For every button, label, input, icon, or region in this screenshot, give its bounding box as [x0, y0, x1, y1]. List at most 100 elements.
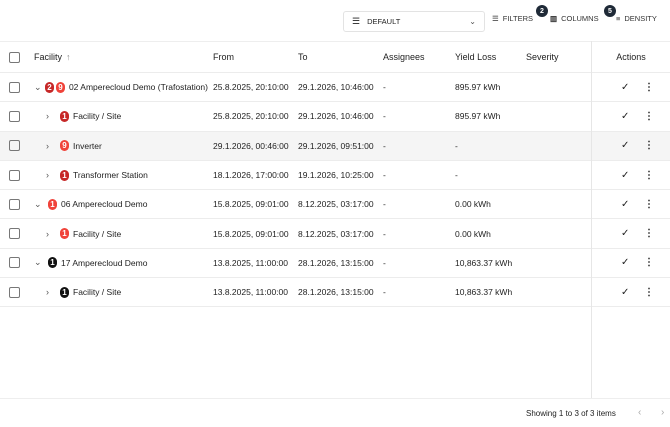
alert-count-badge: 2 — [44, 81, 54, 93]
row-checkbox[interactable] — [9, 140, 20, 152]
to-cell: 29.1.2026, 10:46:00 — [298, 82, 374, 93]
column-header-severity[interactable]: Severity — [526, 42, 559, 72]
yield-loss-cell: - — [455, 170, 458, 181]
table-row[interactable]: › 1 Facility / Site 25.8.2025, 20:10:00 … — [0, 102, 670, 132]
facility-cell: › 1 Facility / Site — [46, 219, 208, 247]
chevron-down-icon: ⌄ — [469, 17, 476, 26]
prev-page-button[interactable]: ‹ — [638, 407, 641, 418]
density-icon: ≡ — [616, 14, 621, 23]
assignees-cell: - — [383, 140, 386, 151]
alert-count-badge: 1 — [60, 169, 69, 181]
column-header-assignees[interactable]: Assignees — [383, 42, 425, 72]
row-checkbox[interactable] — [9, 228, 20, 240]
column-header-yield-loss[interactable]: Yield Loss — [455, 42, 496, 72]
columns-icon: ▥ — [550, 14, 558, 23]
yield-loss-cell: 10,863.37 kWh — [455, 287, 513, 298]
facility-name: 02 Amperecloud Demo (Trafostation) — [68, 82, 208, 93]
row-checkbox[interactable] — [9, 169, 20, 181]
from-cell: 15.8.2025, 09:01:00 — [213, 199, 289, 210]
table-row[interactable]: ⌄ 29 02 Amperecloud Demo (Trafostation) … — [0, 73, 670, 103]
facility-cell: › 1 Facility / Site — [46, 102, 208, 130]
chevron-right-icon[interactable]: › — [46, 170, 58, 180]
actions-column-divider — [591, 41, 592, 398]
from-cell: 25.8.2025, 20:10:00 — [213, 82, 289, 93]
check-icon[interactable]: ✓ — [621, 278, 629, 306]
density-button[interactable]: ≡ DENSITY — [616, 14, 657, 23]
chevron-right-icon[interactable]: › — [46, 229, 58, 239]
yield-loss-cell: 0.00 kWh — [455, 228, 491, 239]
view-select[interactable]: ☰ DEFAULT ⌄ — [343, 11, 485, 32]
row-checkbox[interactable] — [9, 110, 20, 122]
alert-count-badge: 1 — [60, 110, 69, 122]
to-cell: 29.1.2026, 09:51:00 — [298, 140, 374, 151]
facility-name: Facility / Site — [73, 287, 122, 298]
check-icon[interactable]: ✓ — [621, 249, 629, 277]
chevron-down-icon[interactable]: ⌄ — [34, 82, 43, 93]
table-row[interactable]: › 1 Transformer Station 18.1.2026, 17:00… — [0, 161, 670, 191]
to-cell: 19.1.2026, 10:25:00 — [298, 170, 374, 181]
row-checkbox[interactable] — [9, 198, 20, 210]
chevron-right-icon[interactable]: › — [46, 141, 58, 151]
more-vert-icon[interactable]: ⋮ — [644, 73, 654, 101]
more-vert-icon[interactable]: ⋮ — [644, 190, 654, 218]
yield-loss-cell: 0.00 kWh — [455, 199, 491, 210]
yield-loss-cell: 10,863.37 kWh — [455, 257, 513, 268]
check-icon[interactable]: ✓ — [621, 161, 629, 189]
from-cell: 15.8.2025, 09:01:00 — [213, 228, 289, 239]
column-header-actions: Actions — [616, 52, 646, 62]
table-row[interactable]: › 1 Facility / Site 13.8.2025, 11:00:00 … — [0, 278, 670, 308]
facility-cell: ⌄ 29 02 Amperecloud Demo (Trafostation) — [34, 73, 208, 101]
check-icon[interactable]: ✓ — [621, 73, 629, 101]
column-header-from[interactable]: From — [213, 42, 234, 72]
columns-button[interactable]: ▥ COLUMNS 5 — [550, 5, 616, 23]
select-all-checkbox[interactable] — [9, 51, 20, 63]
column-header-facility[interactable]: Facility ↑ — [34, 42, 71, 72]
more-vert-icon[interactable]: ⋮ — [644, 102, 654, 130]
row-checkbox[interactable] — [9, 257, 20, 269]
table-row[interactable]: › 1 Facility / Site 15.8.2025, 09:01:00 … — [0, 219, 670, 249]
alert-count-badge: 9 — [55, 81, 65, 93]
alert-count-badge: 1 — [48, 257, 57, 269]
chevron-down-icon[interactable]: ⌄ — [34, 257, 46, 268]
facility-name: Facility / Site — [73, 111, 122, 122]
table-row[interactable]: ⌄ 1 17 Amperecloud Demo 13.8.2025, 11:00… — [0, 249, 670, 279]
toolbar: ☰ DEFAULT ⌄ ☰ FILTERS 2 ▥ COLUMNS 5 ≡ DENSI… — [0, 5, 670, 32]
yield-loss-cell: - — [455, 140, 458, 151]
assignees-cell: - — [383, 82, 386, 93]
assignees-cell: - — [383, 170, 386, 181]
filters-count-badge: 2 — [536, 5, 548, 17]
to-cell: 29.1.2026, 10:46:00 — [298, 111, 374, 122]
facility-name: Transformer Station — [73, 170, 148, 181]
assignees-cell: - — [383, 228, 386, 239]
more-vert-icon[interactable]: ⋮ — [644, 219, 654, 247]
column-header-to[interactable]: To — [298, 42, 308, 72]
row-checkbox[interactable] — [9, 286, 20, 298]
check-icon[interactable]: ✓ — [621, 102, 629, 130]
facility-cell: ⌄ 1 06 Amperecloud Demo — [34, 190, 208, 218]
filters-button[interactable]: ☰ FILTERS 2 — [492, 5, 548, 23]
sort-ascending-icon[interactable]: ↑ — [66, 52, 71, 62]
check-icon[interactable]: ✓ — [621, 132, 629, 160]
more-vert-icon[interactable]: ⋮ — [644, 132, 654, 160]
header-row: Facility ↑ From To Assignees Yield Loss S… — [0, 41, 670, 73]
next-page-button[interactable]: › — [661, 407, 664, 418]
chevron-right-icon[interactable]: › — [46, 287, 58, 297]
more-vert-icon[interactable]: ⋮ — [644, 278, 654, 306]
density-label: DENSITY — [624, 14, 657, 23]
alert-count-badge: 1 — [48, 198, 57, 210]
table-row[interactable]: › 9 Inverter 29.1.2026, 00:46:00 29.1.20… — [0, 131, 670, 161]
from-cell: 29.1.2026, 00:46:00 — [213, 140, 289, 151]
yield-loss-cell: 895.97 kWh — [455, 111, 501, 122]
row-checkbox[interactable] — [9, 81, 20, 93]
from-cell: 13.8.2025, 11:00:00 — [213, 257, 288, 268]
chevron-down-icon[interactable]: ⌄ — [34, 199, 46, 210]
from-cell: 13.8.2025, 11:00:00 — [213, 287, 288, 298]
alert-count-badge: 1 — [60, 286, 69, 298]
assignees-cell: - — [383, 257, 386, 268]
check-icon[interactable]: ✓ — [621, 190, 629, 218]
more-vert-icon[interactable]: ⋮ — [644, 161, 654, 189]
check-icon[interactable]: ✓ — [621, 219, 629, 247]
chevron-right-icon[interactable]: › — [46, 111, 58, 121]
more-vert-icon[interactable]: ⋮ — [644, 249, 654, 277]
table-row[interactable]: ⌄ 1 06 Amperecloud Demo 15.8.2025, 09:01… — [0, 190, 670, 220]
